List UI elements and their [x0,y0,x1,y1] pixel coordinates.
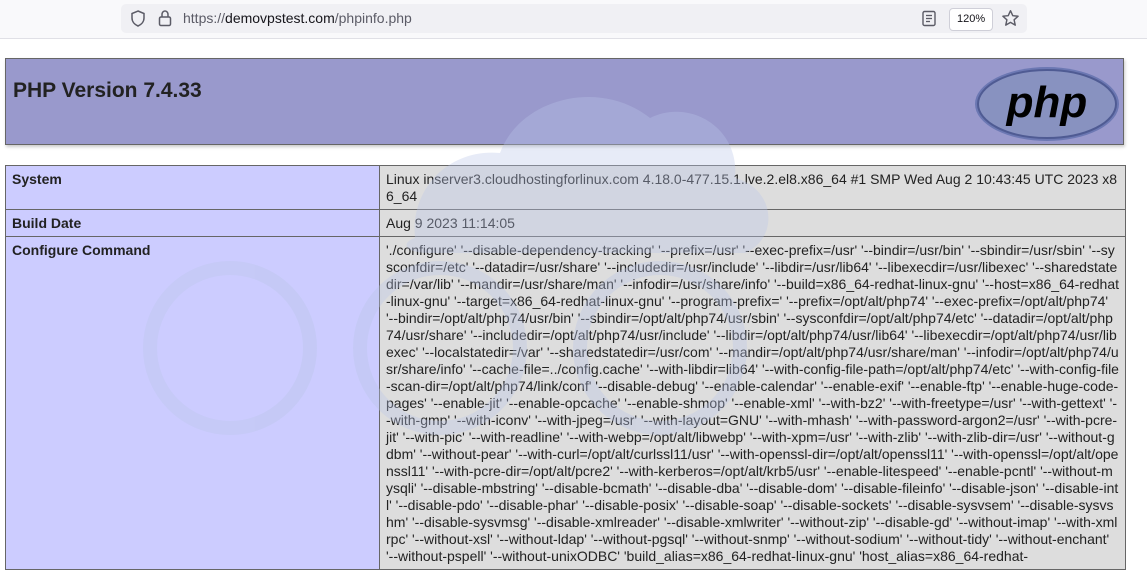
row-label-system: System [5,165,380,210]
table-row: Build Date Aug 9 2023 11:14:05 [5,209,1126,237]
bookmark-star-icon[interactable] [1001,9,1020,28]
url-path: /phpinfo.php [334,10,412,26]
address-bar[interactable]: https://demovpstest.com/phpinfo.php 120% [121,4,1027,33]
url-host: demovpstest.com [225,10,335,26]
row-value-system: Linux inserver3.cloudhostingforlinux.com… [379,165,1126,210]
php-header: PHP Version 7.4.33 php [5,58,1124,145]
reader-view-icon[interactable] [921,10,937,27]
shield-icon[interactable] [130,10,146,27]
info-table: System Linux inserver3.cloudhostingforli… [5,165,1126,570]
url-text[interactable]: https://demovpstest.com/phpinfo.php [183,10,412,26]
url-scheme: https:// [183,10,226,26]
row-value-build-date: Aug 9 2023 11:14:05 [379,209,1126,237]
row-value-configure-command: './configure' '--disable-dependency-trac… [379,236,1126,570]
row-label-build-date: Build Date [5,209,380,237]
php-logo-icon[interactable]: php [974,66,1120,142]
table-row: Configure Command './configure' '--disab… [5,236,1126,570]
zoom-level-button[interactable]: 120% [949,8,994,31]
table-row: System Linux inserver3.cloudhostingforli… [5,165,1126,210]
php-logo-text: php [1006,78,1088,127]
browser-toolbar: https://demovpstest.com/phpinfo.php 120% [0,0,1147,39]
row-label-configure-command: Configure Command [5,236,380,570]
page-title: PHP Version 7.4.33 [13,79,202,102]
lock-icon[interactable] [157,9,173,27]
